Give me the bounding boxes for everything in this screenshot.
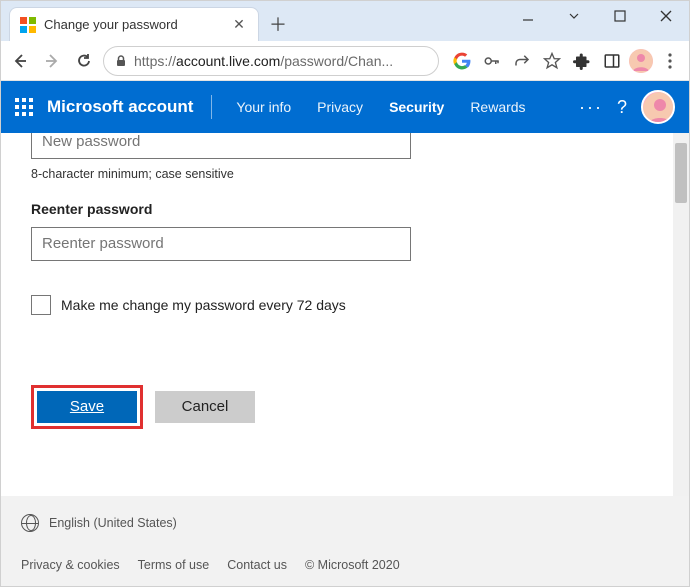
minimize-icon[interactable]	[505, 1, 551, 31]
forward-icon[interactable]	[39, 48, 65, 74]
url-host: account.live.com	[176, 53, 280, 69]
close-icon[interactable]	[643, 1, 689, 31]
share-icon[interactable]	[509, 48, 535, 74]
save-button[interactable]: Save	[37, 391, 137, 423]
nav-more-icon[interactable]: ···	[579, 97, 603, 118]
reenter-password-label: Reenter password	[31, 201, 671, 217]
panel-icon[interactable]	[599, 48, 625, 74]
cancel-button[interactable]: Cancel	[155, 391, 255, 423]
save-button-highlight: Save	[31, 385, 143, 429]
new-tab-button[interactable]: ＋	[263, 9, 293, 39]
maximize-icon[interactable]	[597, 1, 643, 31]
url-box[interactable]: https://account.live.com/password/Chan..…	[103, 46, 439, 76]
key-icon[interactable]	[479, 48, 505, 74]
nav-privacy[interactable]: Privacy	[311, 99, 369, 115]
url-path: /password/Chan...	[280, 53, 393, 69]
header-divider	[211, 95, 212, 119]
menu-dots-icon[interactable]	[657, 48, 683, 74]
nav-your-info[interactable]: Your info	[230, 99, 297, 115]
ms-favicon	[20, 17, 36, 33]
change-every-72days-checkbox[interactable]	[31, 295, 51, 315]
browser-tab[interactable]: Change your password ✕	[9, 7, 259, 41]
footer-copyright: © Microsoft 2020	[305, 558, 400, 572]
reenter-password-field[interactable]	[31, 227, 411, 261]
nav-rewards[interactable]: Rewards	[464, 99, 531, 115]
address-bar: https://account.live.com/password/Chan..…	[1, 41, 689, 81]
titlebar: Change your password ✕ ＋	[1, 1, 689, 41]
brand-title[interactable]: Microsoft account	[47, 97, 193, 117]
globe-icon[interactable]	[21, 514, 39, 532]
footer-terms-link[interactable]: Terms of use	[138, 558, 210, 572]
nav-security[interactable]: Security	[383, 99, 450, 115]
scrollbar[interactable]	[673, 133, 689, 496]
star-icon[interactable]	[539, 48, 565, 74]
scroll-thumb[interactable]	[675, 143, 687, 203]
back-icon[interactable]	[7, 48, 33, 74]
account-avatar[interactable]	[641, 90, 675, 124]
change-every-72days-label: Make me change my password every 72 days	[61, 297, 346, 313]
url-scheme: https://	[134, 53, 176, 69]
ms-account-header: Microsoft account Your info Privacy Secu…	[1, 81, 689, 133]
app-launcher-icon[interactable]	[15, 98, 33, 116]
browser-window: Change your password ✕ ＋	[0, 0, 690, 587]
window-controls	[505, 1, 689, 31]
google-icon[interactable]	[449, 48, 475, 74]
tab-close-icon[interactable]: ✕	[230, 16, 248, 33]
footer-contact-link[interactable]: Contact us	[227, 558, 287, 572]
password-helper-text: 8-character minimum; case sensitive	[31, 167, 671, 181]
language-selector[interactable]: English (United States)	[49, 516, 177, 530]
footer-privacy-link[interactable]: Privacy & cookies	[21, 558, 120, 572]
page-footer: English (United States) Privacy & cookie…	[1, 496, 689, 586]
address-actions	[445, 48, 683, 74]
puzzle-icon[interactable]	[569, 48, 595, 74]
page-content: 8-character minimum; case sensitive Reen…	[1, 133, 689, 496]
reload-icon[interactable]	[71, 48, 97, 74]
profile-avatar[interactable]	[629, 49, 653, 73]
caret-down-icon[interactable]	[551, 1, 597, 31]
new-password-field[interactable]	[31, 133, 411, 159]
tab-title: Change your password	[44, 17, 222, 32]
help-icon[interactable]: ?	[617, 97, 627, 118]
lock-icon	[114, 54, 128, 68]
